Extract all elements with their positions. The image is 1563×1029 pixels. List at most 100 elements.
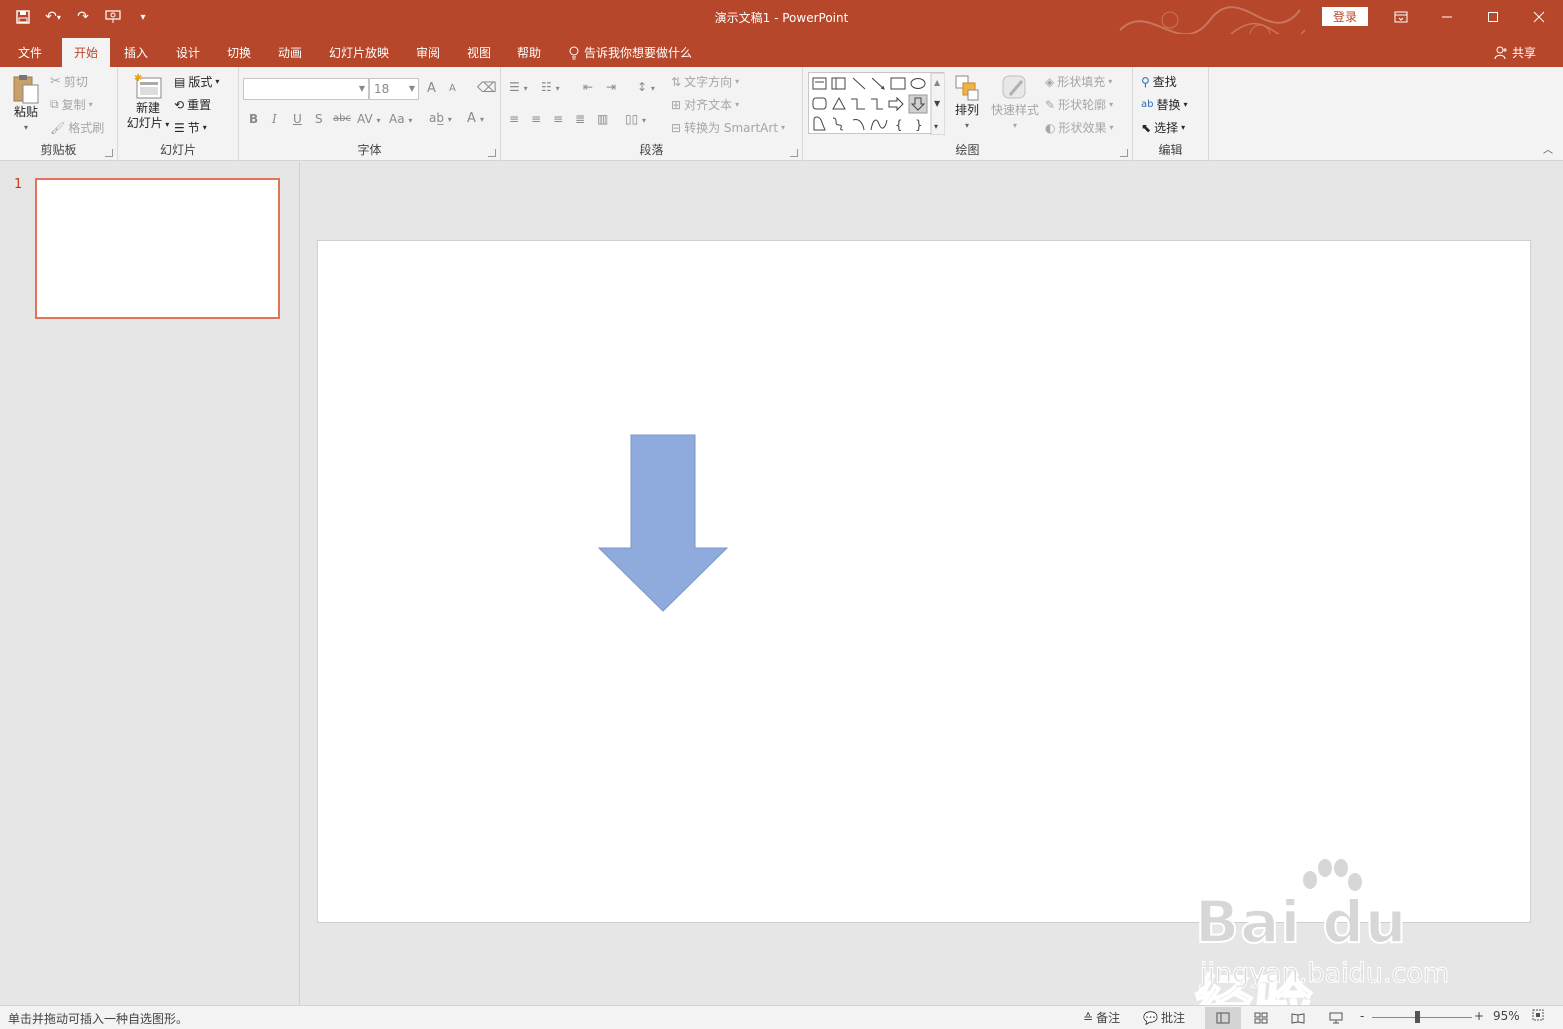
tab-transitions[interactable]: 切换 <box>217 38 261 67</box>
editing-group-label: 编辑 <box>1158 143 1183 157</box>
ribbon-display-options-icon[interactable] <box>1378 0 1424 34</box>
slide-thumbnail[interactable] <box>35 178 280 319</box>
slide-canvas[interactable] <box>317 240 1531 923</box>
tab-insert[interactable]: 插入 <box>114 38 158 67</box>
align-right-icon[interactable]: ≡ <box>553 112 563 126</box>
decrease-indent-icon[interactable]: ⇤ <box>583 80 593 94</box>
share-button[interactable]: 共享 <box>1494 38 1536 67</box>
align-center-icon[interactable]: ≡ <box>531 112 541 126</box>
font-size-combo[interactable]: 18 ▼ <box>369 78 419 100</box>
zoom-level[interactable]: 95% <box>1493 1009 1520 1023</box>
tab-help[interactable]: 帮助 <box>507 38 551 67</box>
line-spacing-icon[interactable]: ↕ ▾ <box>637 80 655 94</box>
maximize-icon[interactable] <box>1470 0 1516 34</box>
clipboard-launcher-icon[interactable] <box>105 149 113 157</box>
font-name-dropdown-icon[interactable]: ▼ <box>359 84 365 93</box>
clear-formatting-icon[interactable]: ⌫ <box>477 80 497 96</box>
new-slide-button[interactable]: ✱ 新建 幻灯片 ▾ <box>122 73 174 132</box>
reading-view-icon <box>1291 1013 1305 1024</box>
font-launcher-icon[interactable] <box>488 149 496 157</box>
convert-smartart-button[interactable]: ⊟ 转换为 SmartArt ▾ <box>671 119 785 136</box>
down-arrow-shape[interactable] <box>598 433 730 613</box>
notes-icon: ≙ <box>1083 1010 1094 1025</box>
slideshow-view-button[interactable] <box>1318 1007 1354 1029</box>
comments-button[interactable]: 💬 批注 <box>1143 1009 1185 1026</box>
customize-qat-icon[interactable]: ▾ <box>130 6 156 28</box>
start-slideshow-icon[interactable] <box>100 6 126 28</box>
bullets-icon[interactable]: ☰ ▾ <box>509 80 528 94</box>
normal-view-button[interactable] <box>1205 1007 1241 1029</box>
section-button[interactable]: ☰ 节 ▾ <box>174 119 207 136</box>
shapes-gallery[interactable]: { } ▲ ▼ ▾ <box>808 72 946 136</box>
zoom-slider-thumb[interactable] <box>1415 1011 1420 1023</box>
shrink-font-button[interactable]: A <box>449 83 456 94</box>
arrange-button[interactable]: 排列 ▾ <box>949 73 985 133</box>
redo-icon[interactable]: ↷ <box>70 6 96 28</box>
strikethrough-button[interactable]: abc <box>333 113 351 124</box>
fit-slide-icon[interactable] <box>1532 1009 1544 1021</box>
tab-review[interactable]: 审阅 <box>406 38 450 67</box>
character-spacing-button[interactable]: AV ▾ <box>357 112 381 126</box>
font-size-dropdown-icon[interactable]: ▼ <box>409 84 415 93</box>
zoom-out-button[interactable]: - <box>1360 1009 1364 1023</box>
highlight-icon[interactable]: ab̲ ▾ <box>429 111 452 125</box>
tab-animations[interactable]: 动画 <box>268 38 312 67</box>
text-shadow-button[interactable]: S <box>315 112 323 126</box>
format-painter-label: 格式刷 <box>68 121 105 135</box>
copy-button[interactable]: ⧉ 复制 ▾ <box>50 96 93 113</box>
tell-me-search[interactable]: 告诉我你想要做什么 <box>568 38 692 67</box>
cut-button[interactable]: ✂ 剪切 <box>50 73 88 90</box>
tab-design[interactable]: 设计 <box>166 38 210 67</box>
align-text-button[interactable]: ⊞ 对齐文本 ▾ <box>671 96 739 113</box>
section-icon: ☰ <box>174 120 185 135</box>
distributed-icon[interactable]: ▥ <box>597 112 608 126</box>
smartart-label: 转换为 SmartArt <box>684 121 779 135</box>
close-icon[interactable] <box>1516 0 1562 34</box>
notes-button[interactable]: ≙ 备注 <box>1083 1009 1120 1026</box>
drawing-launcher-icon[interactable] <box>1120 149 1128 157</box>
tab-view[interactable]: 视图 <box>457 38 501 67</box>
select-button[interactable]: ⬉ 选择 ▾ <box>1141 119 1185 136</box>
align-left-icon[interactable]: ≡ <box>509 112 519 126</box>
login-button[interactable]: 登录 <box>1322 7 1368 26</box>
numbering-icon[interactable]: ☷ ▾ <box>541 80 560 94</box>
undo-icon[interactable]: ↶ ▾ <box>40 6 66 28</box>
collapse-ribbon-icon[interactable]: ︿ <box>1543 141 1553 156</box>
slide-sorter-view-button[interactable] <box>1243 1007 1279 1029</box>
columns-icon[interactable]: ▯▯ ▾ <box>625 112 646 126</box>
tab-slideshow[interactable]: 幻灯片放映 <box>322 38 396 67</box>
change-case-button[interactable]: Aa ▾ <box>389 112 412 126</box>
reset-button[interactable]: ⟲ 重置 <box>174 96 211 113</box>
zoom-slider-track[interactable] <box>1372 1017 1472 1018</box>
replace-button[interactable]: ab 替换 ▾ <box>1141 96 1188 113</box>
shape-outline-button[interactable]: ✎ 形状轮廓 ▾ <box>1045 96 1113 113</box>
text-direction-button[interactable]: ⇅ 文字方向 ▾ <box>671 73 739 90</box>
status-bar: 单击并拖动可插入一种自选图形。 ≙ 备注 💬 批注 - + 95% <box>0 1005 1563 1029</box>
quick-styles-button[interactable]: 快速样式 ▾ <box>989 73 1041 133</box>
format-painter-button[interactable]: 🖌 格式刷 <box>50 119 104 136</box>
normal-view-icon <box>1216 1012 1230 1024</box>
shape-effects-button[interactable]: ◐ 形状效果 ▾ <box>1045 119 1114 136</box>
font-color-button[interactable]: A ▾ <box>467 111 484 126</box>
paint-bucket-icon: ◈ <box>1045 74 1055 89</box>
tab-file[interactable]: 文件 <box>8 38 52 67</box>
increase-indent-icon[interactable]: ⇥ <box>606 80 616 94</box>
find-button[interactable]: ⚲ 查找 <box>1141 73 1177 90</box>
reading-view-button[interactable] <box>1280 1007 1316 1029</box>
paste-button[interactable]: 粘贴 ▾ <box>8 73 44 135</box>
font-name-combo[interactable]: ▼ <box>243 78 369 100</box>
justify-icon[interactable]: ≣ <box>575 112 585 126</box>
layout-button[interactable]: ▤ 版式 ▾ <box>174 73 219 90</box>
paragraph-launcher-icon[interactable] <box>790 149 798 157</box>
svg-text:▾: ▾ <box>934 122 938 131</box>
bold-button[interactable]: B <box>249 112 258 126</box>
zoom-in-button[interactable]: + <box>1474 1009 1484 1023</box>
grow-font-button[interactable]: A <box>427 81 436 96</box>
minimize-icon[interactable] <box>1424 0 1470 34</box>
underline-button[interactable]: U <box>293 112 302 126</box>
shape-fill-button[interactable]: ◈ 形状填充 ▾ <box>1045 73 1112 90</box>
save-icon[interactable] <box>10 6 36 28</box>
italic-button[interactable]: I <box>272 112 277 126</box>
slides-group-label: 幻灯片 <box>159 143 196 157</box>
tab-home[interactable]: 开始 <box>62 38 110 67</box>
